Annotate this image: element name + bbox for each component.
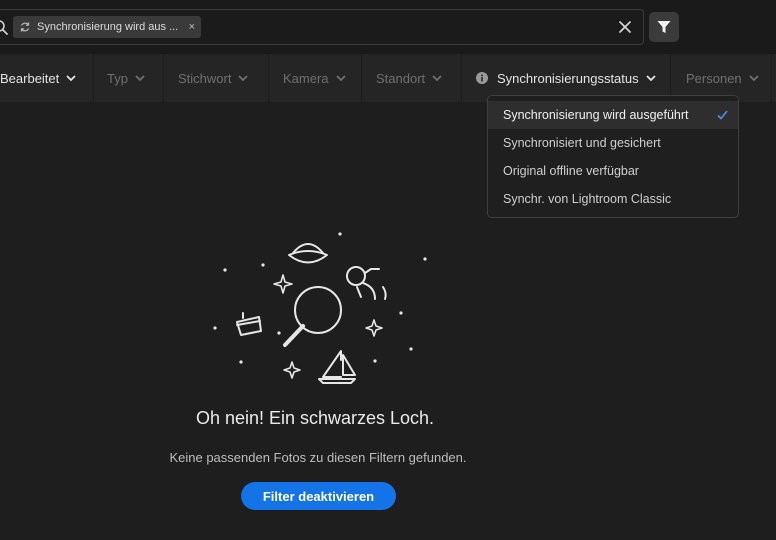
funnel-icon [657,21,671,33]
dropdown-item-label: Synchr. von Lightroom Classic [503,192,672,206]
checkmark-icon [717,110,728,120]
filter-people-label: Personen [686,70,742,86]
filter-type-label: Typ [107,70,128,86]
chevron-down-icon [238,74,249,81]
clear-search-icon[interactable] [617,19,633,35]
disable-filters-button[interactable]: Filter deaktivieren [241,482,396,510]
dropdown-item-offline[interactable]: Original offline verfügbar [488,157,738,185]
dropdown-item-syncing[interactable]: Synchronisierung wird ausgeführt [488,101,738,129]
dropdown-item-label: Synchronisierung wird ausgeführt [503,108,689,122]
filter-camera[interactable]: Kamera [283,54,346,102]
sync-status-dropdown: Synchronisierung wird ausgeführt Synchro… [487,95,739,218]
divider [771,54,772,102]
search-chip-label: Synchronisierung wird aus ... [37,21,179,33]
divider [461,54,462,102]
filter-keyword-label: Stichwort [178,70,232,86]
dropdown-item-label: Synchronisiert und gesichert [503,136,661,150]
sync-icon [20,22,30,32]
chevron-down-icon [335,74,346,81]
filter-location-label: Standort [376,70,426,86]
filter-toggle-button[interactable] [649,12,679,42]
chevron-down-icon [749,74,759,81]
divider [93,54,94,102]
filter-keyword[interactable]: Stichwort [178,54,249,102]
black-hole-illustration [213,232,427,384]
dropdown-item-lightroom-classic[interactable]: Synchr. von Lightroom Classic [488,185,738,213]
empty-state-title: Oh nein! Ein schwarzes Loch. [195,408,435,428]
chevron-down-icon [135,74,145,81]
filter-edited[interactable]: Bearbeitet [0,54,76,102]
filter-camera-label: Kamera [283,70,329,86]
divider [268,54,269,102]
filter-location[interactable]: Standort [376,54,442,102]
dropdown-item-label: Original offline verfügbar [503,164,639,178]
divider [361,54,362,102]
empty-state-subtitle: Keine passenden Fotos zu diesen Filtern … [169,450,467,465]
search-chip-sync-status[interactable]: Synchronisierung wird aus ... × [13,16,201,38]
filter-edited-label: Bearbeitet [0,70,60,86]
info-icon [476,72,488,84]
chevron-down-icon [646,74,656,81]
filter-type[interactable]: Typ [107,54,145,102]
dropdown-item-synced[interactable]: Synchronisiert und gesichert [488,129,738,157]
search-icon [0,20,8,35]
chevron-down-icon [66,74,76,81]
chip-remove-icon[interactable]: × [189,21,195,33]
divider [163,54,164,102]
search-input[interactable]: Synchronisierung wird aus ... × [0,9,644,45]
chevron-down-icon [432,74,442,81]
search-bar: Synchronisierung wird aus ... × [0,0,776,54]
filter-sync-status-label: Synchronisierungsstatus [497,70,639,86]
